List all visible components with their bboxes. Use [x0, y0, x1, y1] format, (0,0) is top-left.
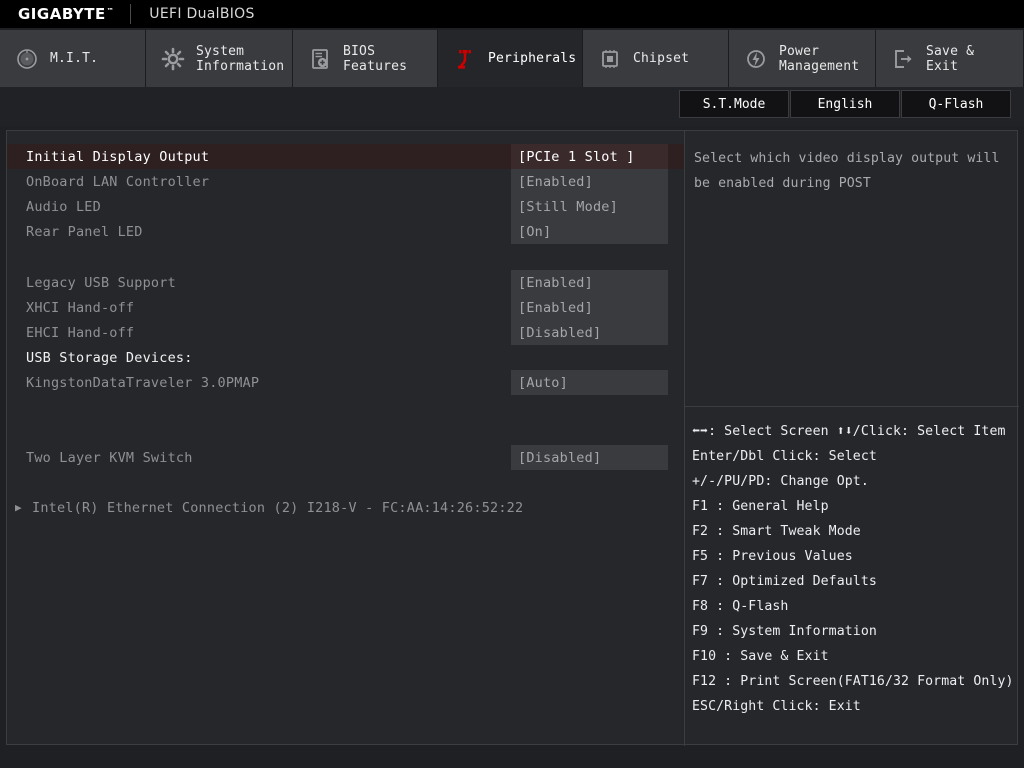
- settings-row-value[interactable]: [Still Mode]: [511, 194, 668, 219]
- settings-row-value[interactable]: [Enabled]: [511, 295, 668, 320]
- key-legend-line: F1 : General Help: [692, 499, 829, 514]
- triangle-right-icon: ▶: [15, 501, 22, 514]
- settings-row-value[interactable]: [PCIe 1 Slot ]: [511, 144, 668, 169]
- tab-peripherals[interactable]: Peripherals: [438, 30, 583, 87]
- sub-toolbar: S.T.Mode English Q-Flash: [0, 87, 1024, 126]
- settings-row[interactable]: Two Layer KVM Switch [Disabled]: [7, 445, 684, 470]
- subbar-button-english[interactable]: English: [790, 90, 900, 118]
- key-legend-line: F2 : Smart Tweak Mode: [692, 524, 861, 539]
- key-legend-line: F10 : Save & Exit: [692, 649, 829, 664]
- settings-row-label: USB Storage Devices:: [26, 349, 193, 366]
- settings-row-value[interactable]: [Disabled]: [511, 320, 668, 345]
- settings-row-value[interactable]: [On]: [511, 219, 668, 244]
- settings-row[interactable]: OnBoard LAN Controller [Enabled]: [7, 169, 684, 194]
- settings-row-value[interactable]: [Enabled]: [511, 270, 668, 295]
- peripherals-icon: [452, 46, 478, 72]
- key-legend-line: F12 : Print Screen(FAT16/32 Format Only): [692, 674, 1014, 689]
- settings-row-value[interactable]: [Auto]: [511, 370, 668, 395]
- settings-row-label: Two Layer KVM Switch: [26, 449, 193, 466]
- tab-label: Save & Exit: [926, 43, 975, 74]
- settings-row[interactable]: Initial Display Output [PCIe 1 Slot ]: [7, 144, 684, 169]
- tab-power-management[interactable]: Power Management: [729, 30, 876, 87]
- tab-save-exit[interactable]: Save & Exit: [876, 30, 1024, 87]
- tab-label: Peripherals: [488, 51, 577, 66]
- settings-row-label: OnBoard LAN Controller: [26, 173, 210, 190]
- key-legend-line: +/-/PU/PD: Change Opt.: [692, 474, 869, 489]
- settings-link-row[interactable]: ▶ Intel(R) Ethernet Connection (2) I218-V…: [7, 495, 684, 520]
- key-legend-line: F8 : Q-Flash: [692, 599, 789, 614]
- settings-row[interactable]: EHCI Hand-off [Disabled]: [7, 320, 684, 345]
- tab-label: System Information: [196, 43, 285, 74]
- brand-divider: [130, 4, 132, 24]
- key-legend-line: F7 : Optimized Defaults: [692, 574, 877, 589]
- tab-label: BIOS Features: [343, 43, 408, 74]
- settings-row-label: KingstonDataTraveler 3.0PMAP: [26, 374, 260, 391]
- settings-row-label: Intel(R) Ethernet Connection (2) I218-V …: [32, 499, 524, 516]
- settings-row-label: Initial Display Output: [26, 148, 210, 165]
- key-legend-line: Enter/Dbl Click: Select: [692, 449, 877, 464]
- exit-icon: [890, 46, 916, 72]
- settings-row-label: Audio LED: [26, 198, 101, 215]
- gear-icon: [160, 46, 186, 72]
- subbar-button-q-flash[interactable]: Q-Flash: [901, 90, 1011, 118]
- tab-chipset[interactable]: Chipset: [583, 30, 729, 87]
- settings-row[interactable]: Legacy USB Support [Enabled]: [7, 270, 684, 295]
- trademark-icon: ™: [106, 7, 115, 15]
- bios-chip-icon: [307, 46, 333, 72]
- key-legend-line: ⬅➡: Select Screen ⬆⬇/Click: Select Item: [692, 424, 1006, 439]
- content-frame: Initial Display Output [PCIe 1 Slot ] OnBo…: [6, 130, 1019, 746]
- tab-bios-features[interactable]: BIOS Features: [293, 30, 438, 87]
- help-text-line: be enabled during POST: [694, 176, 871, 191]
- key-legend-line: F5 : Previous Values: [692, 549, 853, 564]
- power-icon: [743, 46, 769, 72]
- help-text-line: Select which video display output will: [694, 151, 1000, 166]
- tab-label: M.I.T.: [50, 51, 99, 66]
- main-tab-bar: M.I.T. System Information BIOS Features Per…: [0, 30, 1024, 87]
- gigabyte-logo-text: GIGABYTE: [18, 5, 106, 23]
- key-legend-line: F9 : System Information: [692, 624, 877, 639]
- gigabyte-logo: GIGABYTE™: [18, 5, 114, 23]
- settings-row-value[interactable]: [Enabled]: [511, 169, 668, 194]
- settings-row-value[interactable]: [Disabled]: [511, 445, 668, 470]
- settings-row-label: EHCI Hand-off: [26, 324, 135, 341]
- key-legend-panel: ⬅➡: Select Screen ⬆⬇/Click: Select Item E…: [685, 407, 1019, 746]
- tab-label: Power Management: [779, 43, 860, 74]
- brand-bar: GIGABYTE™ UEFI DualBIOS: [0, 0, 1024, 28]
- settings-row[interactable]: Rear Panel LED [On]: [7, 219, 684, 244]
- bios-screen: GIGABYTE™ UEFI DualBIOS M.I.T. System Inf…: [0, 0, 1024, 768]
- settings-row-label: Legacy USB Support: [26, 274, 176, 291]
- key-legend-line: ESC/Right Click: Exit: [692, 699, 861, 714]
- subbar-button-s-t-mode[interactable]: S.T.Mode: [679, 90, 789, 118]
- help-panel: Select which video display output will be…: [685, 131, 1019, 406]
- settings-row[interactable]: KingstonDataTraveler 3.0PMAP [Auto]: [7, 370, 684, 395]
- tab-m-i-t[interactable]: M.I.T.: [0, 30, 146, 87]
- settings-section-header: USB Storage Devices:: [7, 345, 684, 370]
- brand-subtitle: UEFI DualBIOS: [149, 6, 255, 22]
- settings-list: Initial Display Output [PCIe 1 Slot ] OnBo…: [7, 131, 684, 746]
- settings-row-label: Rear Panel LED: [26, 223, 143, 240]
- dial-icon: [14, 46, 40, 72]
- settings-row[interactable]: Audio LED [Still Mode]: [7, 194, 684, 219]
- settings-row[interactable]: XHCI Hand-off [Enabled]: [7, 295, 684, 320]
- settings-row-label: XHCI Hand-off: [26, 299, 135, 316]
- tab-system-information[interactable]: System Information: [146, 30, 293, 87]
- tab-label: Chipset: [633, 51, 690, 66]
- chipset-icon: [597, 46, 623, 72]
